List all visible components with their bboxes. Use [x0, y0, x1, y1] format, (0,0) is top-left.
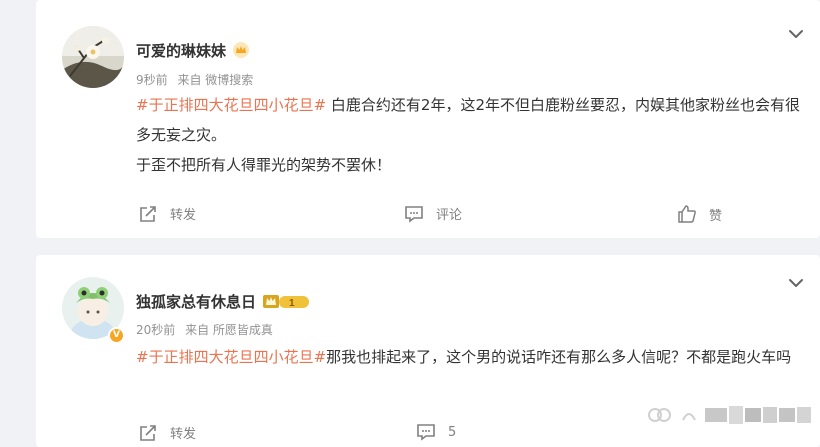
- post-card: 可爱的琳妹妹 9秒前 来自 微博搜索 #于正排四大花旦四小花旦# 白鹿合约还有2…: [36, 0, 820, 238]
- menu-chevron-icon[interactable]: [786, 273, 806, 293]
- menu-chevron-icon[interactable]: [786, 24, 806, 44]
- comment-button[interactable]: 评论: [404, 204, 462, 223]
- repost-button[interactable]: 转发: [138, 204, 196, 223]
- user-nickname[interactable]: 独孤家总有休息日 1: [136, 291, 310, 312]
- post-text-line: 于歪不把所有人得罪光的架势不罢休！: [136, 156, 392, 174]
- post-content: #于正排四大花旦四小花旦# 白鹿合约还有2年，这2年不但白鹿粉丝要忍，内娱其他家…: [136, 90, 812, 180]
- level-number: 1: [289, 298, 295, 309]
- post-time[interactable]: 20秒前: [136, 323, 175, 337]
- post-meta: 9秒前 来自 微博搜索: [136, 71, 259, 88]
- hashtag-link[interactable]: #于正排四大花旦四小花旦#: [136, 96, 326, 114]
- comment-icon: [417, 424, 435, 441]
- post-content: #于正排四大花旦四小花旦#那我也排起来了，这个男的说话咋还有那么多人信呢？不都是…: [136, 342, 812, 372]
- post-text-line: 那我也排起来了，这个男的说话咋还有那么多人信呢？不都是跑火车吗: [326, 348, 792, 366]
- post-time[interactable]: 9秒前: [136, 73, 168, 87]
- like-icon: [678, 205, 696, 223]
- verified-badge: V: [108, 327, 125, 344]
- repost-icon: [140, 205, 156, 222]
- post-source: 来自 微博搜索: [177, 73, 254, 87]
- comment-icon: [405, 205, 423, 223]
- repost-icon: [140, 424, 156, 441]
- comment-count: 5: [448, 424, 457, 440]
- user-nickname[interactable]: 可爱的琳妹妹: [136, 40, 250, 61]
- post-meta: 20秒前 来自 所愿皆成真: [136, 321, 279, 338]
- repost-button[interactable]: 转发: [138, 423, 196, 442]
- comment-button[interactable]: 5: [416, 423, 456, 441]
- avatar[interactable]: [62, 26, 124, 88]
- hashtag-link[interactable]: #于正排四大花旦四小花旦#: [136, 348, 326, 366]
- crown-level-badge-icon: 1: [263, 295, 310, 309]
- member-crown-icon: [233, 42, 250, 58]
- like-button[interactable]: 赞: [677, 204, 722, 224]
- post-source: 来自 所愿皆成真: [185, 323, 273, 337]
- watermark-logo: [648, 406, 811, 424]
